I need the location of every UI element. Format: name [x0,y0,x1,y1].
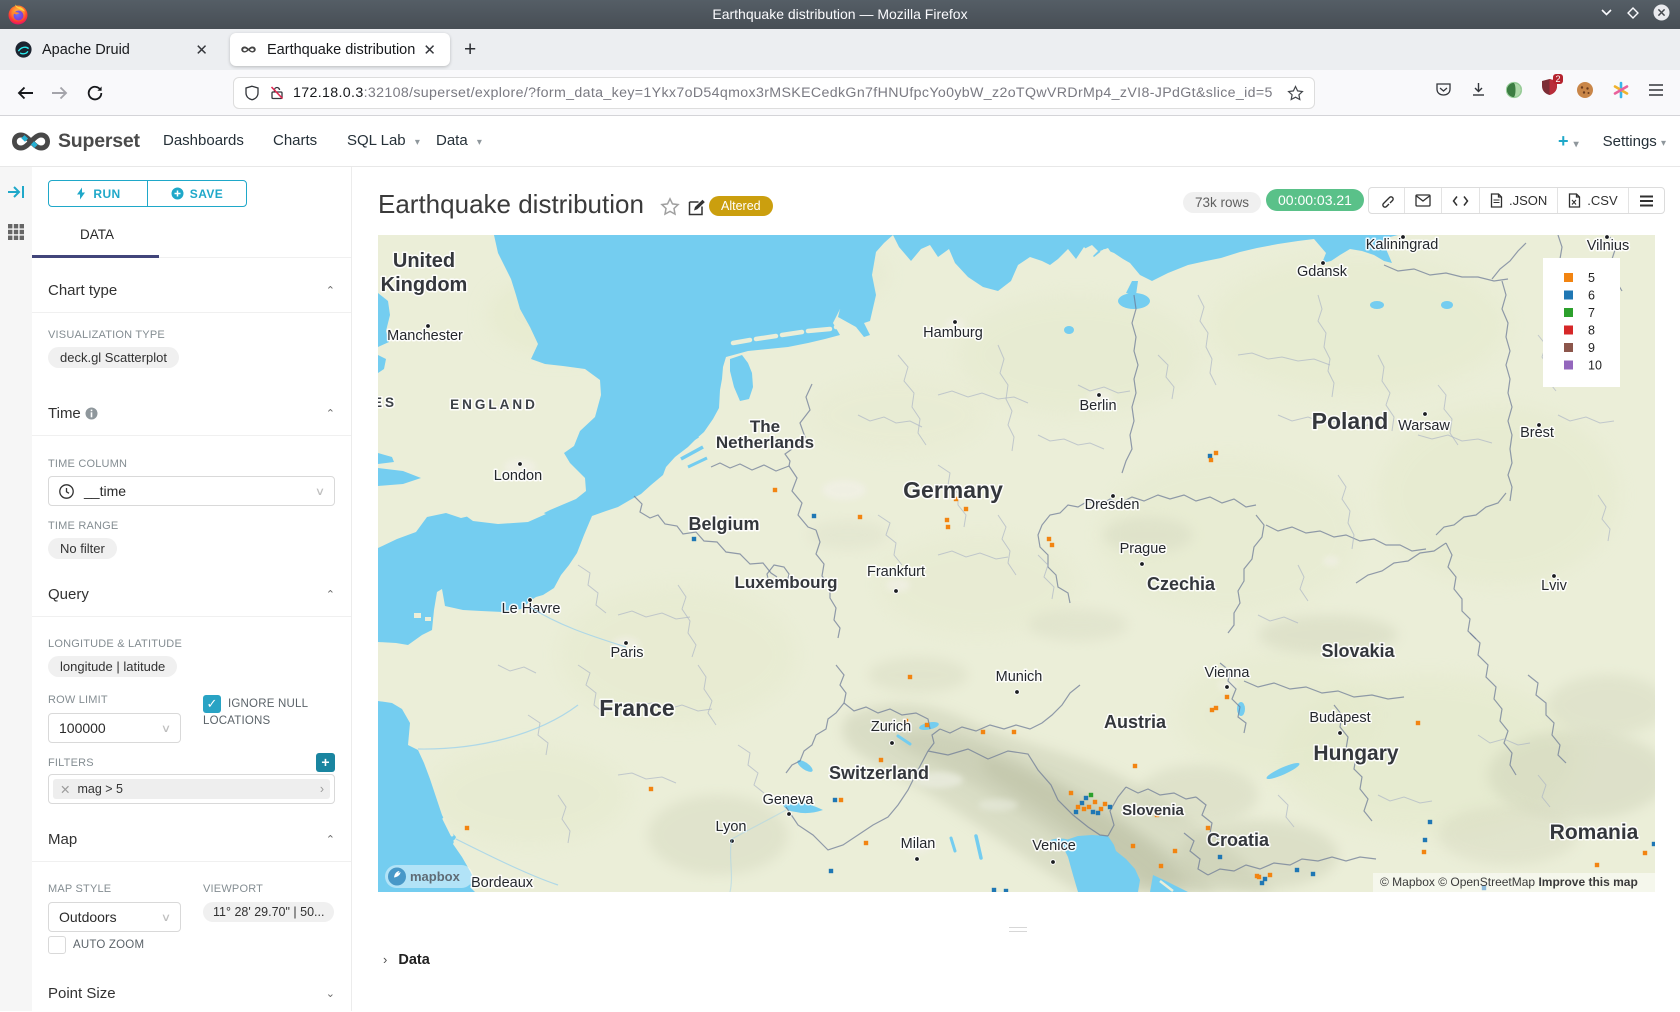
svg-text:mapbox: mapbox [410,869,461,884]
svg-text:Prague: Prague [1120,541,1167,557]
svg-text:8: 8 [1588,324,1595,338]
svg-text:6: 6 [1588,289,1595,303]
svg-text:Vienna: Vienna [1205,665,1251,681]
svg-text:Kingdom: Kingdom [381,274,468,296]
svg-text:ES: ES [378,395,397,410]
svg-text:7: 7 [1588,306,1595,320]
svg-text:Slovakia: Slovakia [1321,641,1395,661]
svg-text:Zurich: Zurich [871,719,911,735]
svg-text:London: London [494,468,542,484]
svg-text:Austria: Austria [1104,712,1167,732]
svg-text:Switzerland: Switzerland [829,763,929,783]
svg-text:5: 5 [1588,271,1595,285]
svg-text:Lyon: Lyon [716,819,747,835]
svg-text:Munich: Munich [996,669,1043,685]
svg-text:Belgium: Belgium [688,514,759,534]
svg-text:Dresden: Dresden [1085,497,1140,513]
svg-text:Poland: Poland [1312,408,1389,434]
svg-text:Slovenia: Slovenia [1122,802,1184,819]
svg-text:© Mapbox © OpenStreetMap Impro: © Mapbox © OpenStreetMap Improve this ma… [1380,875,1638,889]
svg-text:France: France [599,695,674,721]
svg-text:Lviv: Lviv [1541,578,1568,594]
svg-text:Germany: Germany [903,477,1003,503]
svg-text:Warsaw: Warsaw [1398,418,1450,434]
svg-text:Geneva: Geneva [763,792,815,808]
svg-text:9: 9 [1588,341,1595,355]
svg-text:Brest: Brest [1520,425,1554,441]
svg-text:Netherlands: Netherlands [716,433,814,452]
svg-text:Milan: Milan [901,836,936,852]
svg-text:Budapest: Budapest [1309,710,1370,726]
svg-text:Croatia: Croatia [1207,830,1270,850]
svg-text:Romania: Romania [1550,821,1639,844]
svg-text:Luxembourg: Luxembourg [735,573,838,592]
svg-text:ENGLAND: ENGLAND [450,397,538,412]
svg-text:Bordeaux: Bordeaux [471,875,534,891]
svg-text:Manchester: Manchester [387,328,463,344]
svg-text:Paris: Paris [610,645,643,661]
svg-text:Frankfurt: Frankfurt [867,564,925,580]
svg-text:10: 10 [1588,359,1602,373]
svg-text:Vilnius: Vilnius [1587,238,1629,254]
svg-text:Le Havre: Le Havre [502,601,561,617]
svg-text:Berlin: Berlin [1079,398,1116,414]
svg-text:United: United [393,250,455,272]
svg-text:Czechia: Czechia [1147,574,1216,594]
svg-text:Gdansk: Gdansk [1297,264,1348,280]
svg-text:Venice: Venice [1032,838,1076,854]
svg-text:Hamburg: Hamburg [923,325,983,341]
svg-text:Hungary: Hungary [1313,742,1399,765]
